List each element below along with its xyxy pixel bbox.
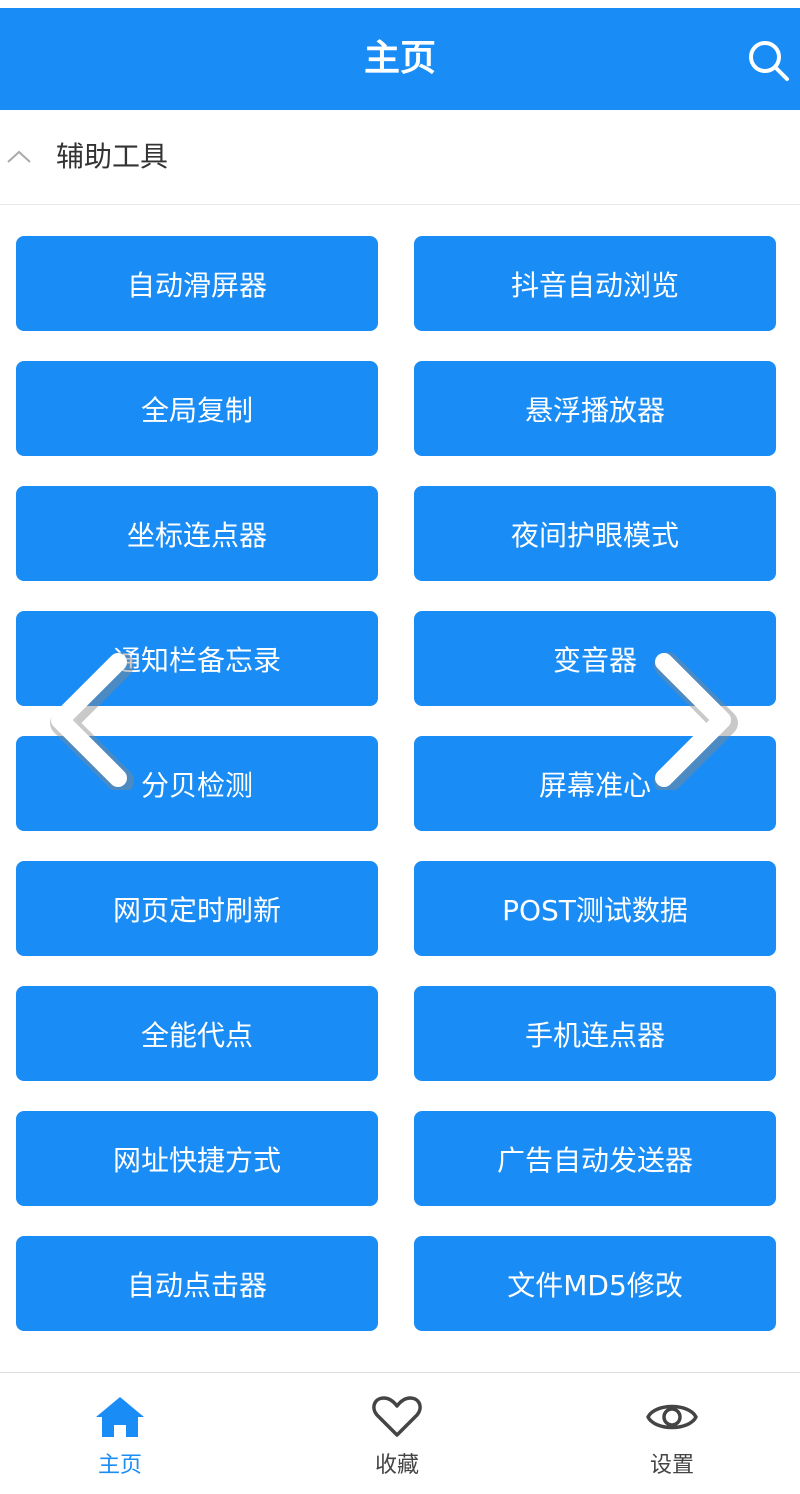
- tool-button-auto-clicker[interactable]: 自动点击器: [16, 1236, 378, 1331]
- section-header[interactable]: 辅助工具: [0, 110, 800, 205]
- search-icon: [749, 41, 789, 81]
- tool-button-file-md5-modify[interactable]: 文件MD5修改: [414, 1236, 776, 1331]
- tool-button-url-shortcut[interactable]: 网址快捷方式: [16, 1111, 378, 1206]
- bottom-nav: 主页 收藏 设置: [0, 1372, 800, 1494]
- heart-icon: [372, 1396, 422, 1437]
- search-button[interactable]: [740, 32, 796, 88]
- section-title: 辅助工具: [56, 140, 169, 173]
- tool-button-post-test-data[interactable]: POST测试数据: [414, 861, 776, 956]
- tool-button-auto-scroller[interactable]: 自动滑屏器: [16, 236, 378, 331]
- chevron-left-icon: [50, 652, 134, 790]
- eye-icon: [646, 1404, 698, 1430]
- tool-button-douyin-auto-browse[interactable]: 抖音自动浏览: [414, 236, 776, 331]
- tool-button-coordinate-clicker[interactable]: 坐标连点器: [16, 486, 378, 581]
- tool-button-ad-auto-sender[interactable]: 广告自动发送器: [414, 1111, 776, 1206]
- previous-arrow-button[interactable]: [38, 650, 138, 790]
- tool-button-night-eye-mode[interactable]: 夜间护眼模式: [414, 486, 776, 581]
- page-title: 主页: [363, 38, 436, 79]
- tool-button-universal-clicker[interactable]: 全能代点: [16, 986, 378, 1081]
- top-app-bar: 主页: [0, 8, 800, 110]
- nav-label-settings: 设置: [649, 1453, 694, 1478]
- nav-item-favorites[interactable]: 收藏: [337, 1373, 457, 1483]
- tool-button-floating-player[interactable]: 悬浮播放器: [414, 361, 776, 456]
- next-arrow-button[interactable]: [644, 650, 744, 790]
- nav-label-home: 主页: [97, 1453, 142, 1478]
- tool-button-page-auto-refresh[interactable]: 网页定时刷新: [16, 861, 378, 956]
- tool-button-global-copy[interactable]: 全局复制: [16, 361, 378, 456]
- home-icon: [96, 1397, 144, 1437]
- tool-button-phone-auto-clicker[interactable]: 手机连点器: [414, 986, 776, 1081]
- chevron-up-icon[interactable]: [4, 142, 34, 172]
- nav-item-home[interactable]: 主页: [60, 1373, 180, 1483]
- chevron-right-icon: [654, 652, 738, 790]
- nav-label-favorites: 收藏: [374, 1453, 419, 1478]
- nav-item-settings[interactable]: 设置: [612, 1373, 732, 1483]
